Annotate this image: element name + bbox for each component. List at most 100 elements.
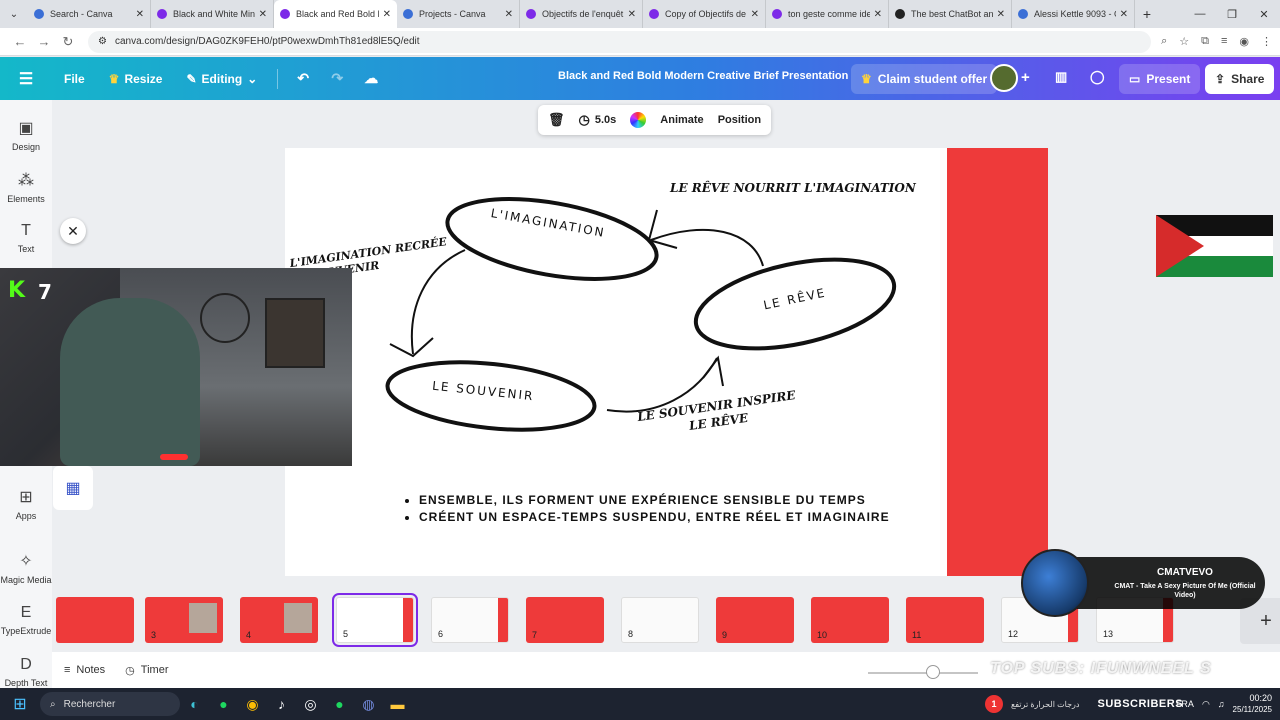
page-thumbnail[interactable]: 8 [621, 597, 699, 643]
file-button[interactable]: File [52, 72, 97, 86]
bookmark-star-icon[interactable]: ☆ [1179, 35, 1189, 48]
close-tab-icon[interactable]: ✕ [136, 9, 144, 20]
edge-icon[interactable]: ◐ [180, 691, 209, 717]
windows-start-icon[interactable]: ⊞ [0, 694, 40, 714]
caption-reve-nourrit[interactable]: LE RÊVE NOURRIT L'IMAGINATION [670, 181, 916, 195]
browser-tab[interactable]: Copy of Objectifs de ✕ [643, 0, 766, 28]
reading-list-icon[interactable]: ≡ [1221, 35, 1227, 48]
browser-tab[interactable]: The best ChatBot anc ✕ [889, 0, 1012, 28]
close-window-icon[interactable]: ✕ [1248, 0, 1280, 28]
browser-tab[interactable]: Alessi Kettle 9093 - G ✕ [1012, 0, 1135, 28]
tiktok-icon[interactable]: ♪ [267, 691, 296, 717]
notification-badge: 1 [985, 695, 1003, 713]
bullet-list[interactable]: ENSEMBLE, ILS FORMENT UNE EXPÉRIENCE SEN… [405, 493, 890, 527]
close-tab-icon[interactable]: ✕ [505, 9, 513, 20]
page-thumbnail[interactable]: 7 [526, 597, 604, 643]
page-thumbnail[interactable]: 6 [431, 597, 509, 643]
close-panel-button[interactable]: ✕ [60, 218, 86, 244]
redo-icon[interactable]: ↷ [320, 70, 354, 87]
close-tab-icon[interactable]: ✕ [997, 9, 1005, 20]
wifi-icon[interactable]: ◠ [1202, 699, 1210, 710]
slide-canvas[interactable]: L'IMAGINATION LE RÊVE LE SOUVENIR LE RÊV… [285, 148, 1048, 576]
close-tab-icon[interactable]: ✕ [874, 9, 882, 20]
browser-menu-icon[interactable]: ⋮ [1261, 35, 1272, 48]
notes-button[interactable]: ≡ Notes [64, 664, 105, 676]
page-thumbnail[interactable]: 9 [716, 597, 794, 643]
close-tab-icon[interactable]: ✕ [628, 9, 636, 20]
url-field[interactable]: ⚙ canva.com/design/DAG0ZK9FEH0/ptP0wexwD… [88, 30, 1152, 53]
share-button[interactable]: ⇪ Share [1205, 64, 1275, 94]
sidebar-item-typeextrude[interactable]: E TypeExtrude [0, 604, 52, 636]
browser-tab[interactable]: Black and Red Bold M ✕ [274, 0, 397, 28]
language-indicator[interactable]: FRA [1176, 699, 1194, 709]
clock[interactable]: 00:20 25/11/2025 [1233, 693, 1272, 715]
sidebar-item-depth-text[interactable]: D Depth Text [0, 656, 52, 688]
forward-icon[interactable]: → [32, 34, 56, 49]
document-title[interactable]: Black and Red Bold Modern Creative Brief… [558, 70, 848, 82]
browser-tab[interactable]: ton geste comme ide ✕ [766, 0, 889, 28]
reload-icon[interactable]: ↻ [56, 34, 80, 50]
present-button[interactable]: ▭ Present [1119, 64, 1201, 94]
magic-media-icon: ✧ [19, 553, 33, 570]
undo-icon[interactable]: ↶ [286, 70, 320, 87]
minimize-icon[interactable]: — [1184, 0, 1216, 28]
claim-student-offer-button[interactable]: ♛ Claim student offer [851, 64, 998, 94]
present-label: Present [1146, 72, 1191, 86]
spotify-icon[interactable]: ● [209, 691, 238, 717]
sidebar-item-elements[interactable]: ⁂ Elements [0, 170, 52, 204]
animate-button[interactable]: Animate [660, 114, 703, 126]
color-picker-icon[interactable] [630, 112, 647, 128]
webcam-wheel [200, 293, 250, 343]
sidebar-item-design[interactable]: ▣ Design [0, 118, 52, 152]
close-tab-icon[interactable]: ✕ [383, 9, 391, 20]
page-thumbnail[interactable]: 3 [145, 597, 223, 643]
analytics-icon[interactable]: ▥ [1055, 69, 1073, 85]
table-tool-icon[interactable]: ▦ [53, 466, 93, 510]
tab-search-icon[interactable]: ⌄ [0, 0, 28, 28]
close-tab-icon[interactable]: ✕ [259, 9, 267, 20]
cloud-saved-icon[interactable]: ☁ [354, 70, 388, 87]
music-notification[interactable]: CMATVEVO CMAT - Take A Sexy Picture Of M… [1021, 549, 1265, 617]
spotify-alt-icon[interactable]: ● [325, 691, 354, 717]
page-thumbnail[interactable]: 5 [332, 593, 418, 647]
extensions-icon[interactable]: ⧉ [1201, 35, 1209, 48]
zoom-slider-handle[interactable] [926, 665, 940, 679]
page-thumbnail[interactable] [56, 597, 134, 643]
back-icon[interactable]: ← [8, 34, 32, 49]
sidebar-item-text[interactable]: T Text [0, 222, 52, 254]
share-label: Share [1231, 72, 1265, 86]
taskbar-search[interactable]: ⌕ Rechercher [40, 692, 180, 716]
position-button[interactable]: Position [718, 114, 761, 126]
new-tab-button[interactable]: + [1135, 6, 1159, 22]
menu-icon[interactable]: ☰ [0, 69, 52, 89]
site-info-icon[interactable]: ⚙ [98, 36, 107, 47]
browser-tab[interactable]: Black and White Mini ✕ [151, 0, 274, 28]
close-tab-icon[interactable]: ✕ [1120, 9, 1128, 20]
zoom-icon[interactable]: ⌕ [1161, 35, 1167, 48]
browser-tab[interactable]: Search - Canva ✕ [28, 0, 151, 28]
file-explorer-icon[interactable]: ▬ [383, 691, 412, 717]
avatar[interactable] [990, 64, 1018, 92]
close-tab-icon[interactable]: ✕ [751, 9, 759, 20]
resize-button[interactable]: ♛ Resize [97, 72, 175, 86]
duration-button[interactable]: ◷ 5.0s [579, 112, 617, 128]
page-thumbnail[interactable]: 11 [906, 597, 984, 643]
sidebar-item-magic-media[interactable]: ✧ Magic Media [0, 551, 52, 585]
chrome-icon[interactable]: ◉ [238, 691, 267, 717]
comment-icon[interactable]: ◯ [1090, 69, 1108, 85]
timer-button[interactable]: ◷ Timer [125, 664, 168, 677]
volume-icon[interactable]: ♫ [1218, 699, 1225, 709]
browser-tab[interactable]: Objectifs de l'enquêt ✕ [520, 0, 643, 28]
page-thumbnail[interactable]: 4 [240, 597, 318, 643]
browser-tab[interactable]: Projects - Canva ✕ [397, 0, 520, 28]
delete-icon[interactable]: 🗑 [548, 112, 565, 128]
page-thumbnail[interactable]: 10 [811, 597, 889, 643]
editing-mode-button[interactable]: ✎ Editing ⌄ [174, 72, 269, 86]
invite-plus-icon[interactable]: + [1021, 69, 1030, 86]
maximize-icon[interactable]: ❐ [1216, 0, 1248, 28]
sidebar-item-apps[interactable]: ⊞ Apps [0, 487, 52, 521]
profile-icon[interactable]: ◉ [1239, 35, 1249, 48]
obs-icon[interactable]: ◎ [296, 691, 325, 717]
discord-icon[interactable]: ◍ [354, 691, 383, 717]
zoom-slider[interactable] [868, 672, 978, 674]
